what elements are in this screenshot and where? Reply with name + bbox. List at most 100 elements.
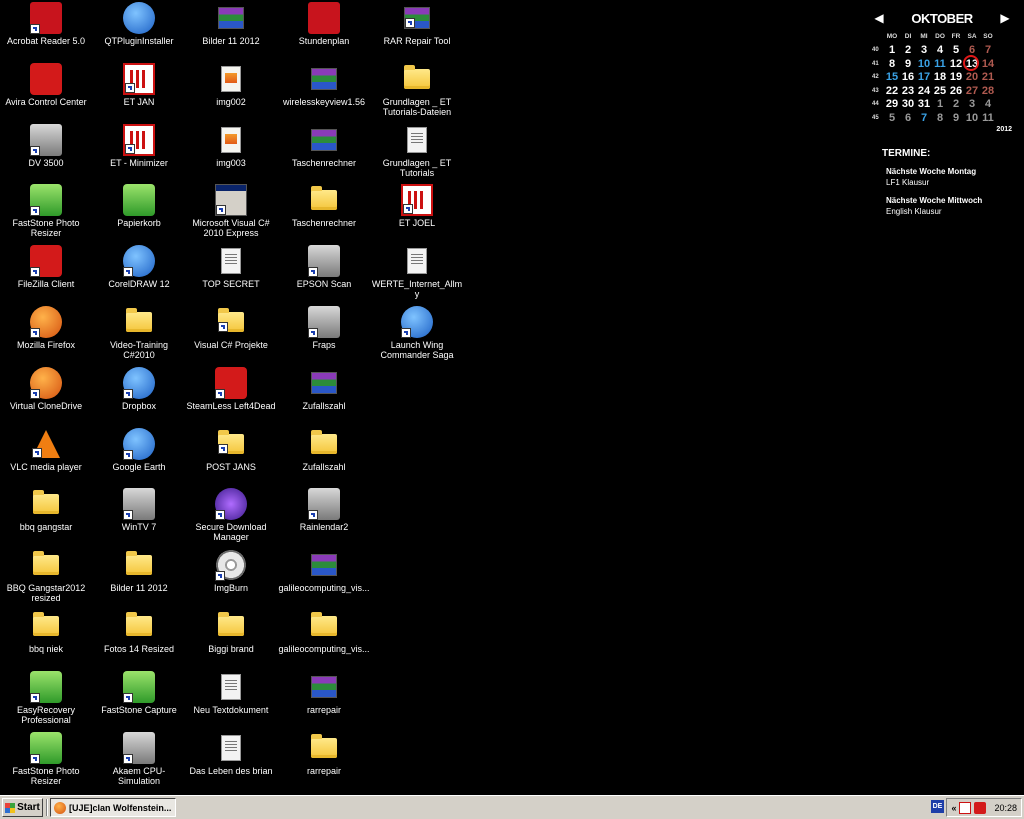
desktop-icon[interactable]: Bilder 11 2012 (185, 2, 277, 60)
clock[interactable]: 20:28 (994, 803, 1017, 813)
desktop-icon[interactable]: ET - Minimizer (93, 123, 185, 182)
calendar-day[interactable]: 15 (884, 71, 900, 83)
desktop-icon[interactable]: DV 3500 (0, 123, 92, 182)
calendar-day[interactable]: 23 (900, 85, 916, 97)
calendar-day[interactable]: 17 (916, 71, 932, 83)
desktop-icon[interactable]: galileocomputing_vis... (278, 549, 370, 607)
calendar-day[interactable]: 18 (932, 71, 948, 83)
calendar-day[interactable]: 8 (932, 112, 948, 124)
desktop-icon[interactable]: Grundlagen _ ET Tutorials-Dateien (371, 63, 463, 121)
show-hidden-icons-button[interactable]: « (949, 803, 959, 813)
previous-month-icon[interactable]: ◀ (872, 11, 886, 25)
desktop-icon[interactable]: Mozilla Firefox (0, 306, 92, 364)
calendar-day[interactable]: 7 (980, 44, 996, 56)
calendar-day[interactable]: 31 (916, 98, 932, 110)
desktop-icon[interactable]: Biggi brand (185, 610, 277, 668)
calendar-day[interactable]: 2 (900, 44, 916, 56)
desktop-icon[interactable]: Microsoft Visual C# 2010 Express (185, 184, 277, 242)
acrobat-tray-icon[interactable] (959, 801, 971, 814)
desktop-icon[interactable]: Taschenrechner (278, 124, 370, 182)
desktop-icon[interactable]: Virtual CloneDrive (0, 366, 92, 425)
desktop-icon[interactable]: Taschenrechner (278, 184, 370, 242)
desktop-icon[interactable]: Stundenplan (278, 2, 370, 60)
avira-tray-icon[interactable] (974, 801, 986, 814)
calendar-day[interactable]: 4 (980, 98, 996, 110)
calendar-day[interactable]: 5 (948, 44, 964, 56)
desktop-icon[interactable]: Secure Download Manager (185, 488, 277, 546)
calendar-day-today[interactable]: 13 (963, 54, 980, 71)
calendar-day[interactable]: 26 (948, 85, 964, 97)
language-indicator[interactable]: DE (931, 800, 944, 813)
desktop-icon[interactable]: ImgBurn (185, 549, 277, 607)
desktop-icon[interactable]: Fraps (278, 306, 370, 364)
calendar-day[interactable]: 3 (916, 44, 932, 56)
desktop-icon[interactable]: SteamLess Left4Dead (185, 366, 277, 425)
event-item[interactable]: Nächste Woche Mittwoch English Klausur (882, 195, 1017, 217)
desktop-icon[interactable]: bbq gangstar (0, 488, 92, 546)
next-month-icon[interactable]: ▶ (998, 11, 1012, 25)
desktop-icon[interactable]: TOP SECRET (185, 245, 277, 303)
calendar-day[interactable]: 24 (916, 85, 932, 97)
desktop-icon[interactable]: Dropbox (93, 366, 185, 425)
desktop-icon[interactable]: RAR Repair Tool (371, 2, 463, 60)
desktop-icon[interactable]: EPSON Scan (278, 245, 370, 303)
desktop-icon[interactable]: FastStone Photo Resizer (0, 731, 92, 790)
calendar-day[interactable]: 25 (932, 85, 948, 97)
desktop-icon[interactable]: Google Earth (93, 427, 185, 486)
desktop-icon[interactable]: CorelDRAW 12 (93, 245, 185, 303)
desktop-icon[interactable]: Bilder 11 2012 (93, 549, 185, 607)
calendar-day[interactable]: 20 (964, 71, 980, 83)
desktop-icon[interactable]: Zufallszahl (278, 428, 370, 486)
calendar-day[interactable]: 27 (964, 85, 980, 97)
desktop-icon[interactable]: Fotos 14 Resized (93, 610, 185, 668)
desktop[interactable]: Acrobat Reader 5.0 Avira Control Center DV… (0, 0, 1024, 795)
calendar-day[interactable]: 2 (948, 98, 964, 110)
calendar-day[interactable]: 11 (932, 58, 948, 70)
desktop-icon[interactable]: img003 (185, 124, 277, 182)
calendar-day[interactable]: 3 (964, 98, 980, 110)
desktop-icon[interactable]: FastStone Capture (93, 670, 185, 729)
desktop-icon[interactable]: Akaem CPU-Simulation (93, 731, 185, 790)
calendar-day[interactable]: 16 (900, 71, 916, 83)
calendar-day[interactable]: 22 (884, 85, 900, 97)
calendar-day[interactable]: 30 (900, 98, 916, 110)
desktop-icon[interactable]: Neu Textdokument (185, 671, 277, 729)
desktop-icon[interactable]: Das Leben des brian (185, 732, 277, 790)
calendar-day[interactable]: 19 (948, 71, 964, 83)
desktop-icon[interactable]: Acrobat Reader 5.0 (0, 2, 92, 60)
desktop-icon[interactable]: Grundlagen _ ET Tutorials (371, 124, 463, 182)
calendar-day[interactable]: 12 (948, 58, 964, 70)
event-item[interactable]: Nächste Woche Montag LF1 Klausur (882, 166, 1017, 188)
desktop-icon[interactable]: Zufallszahl (278, 367, 370, 425)
desktop-icon[interactable]: WERTE_Internet_Allmy (371, 245, 463, 303)
start-button[interactable]: Start (2, 798, 43, 817)
calendar-day[interactable]: 9 (900, 58, 916, 70)
desktop-icon[interactable]: FileZilla Client (0, 245, 92, 303)
desktop-icon[interactable]: WinTV 7 (93, 488, 185, 546)
calendar-day[interactable]: 10 (964, 112, 980, 124)
desktop-icon[interactable]: ET JOEL (371, 184, 463, 242)
desktop-icon[interactable]: Launch Wing Commander Saga (371, 306, 463, 364)
taskbar-button-firefox[interactable]: [UJE]clan Wolfenstein... (50, 798, 176, 817)
desktop-icon[interactable]: BBQ Gangstar2012 resized (0, 549, 92, 607)
desktop-icon[interactable]: FastStone Photo Resizer (0, 184, 92, 242)
desktop-icon[interactable]: Avira Control Center (0, 62, 92, 121)
desktop-icon[interactable]: VLC media player (0, 428, 92, 486)
calendar-day[interactable]: 4 (932, 44, 948, 56)
calendar-day[interactable]: 1 (884, 44, 900, 56)
desktop-icon[interactable]: Video-Training C#2010 (93, 306, 185, 364)
calendar-day[interactable]: 21 (980, 71, 996, 83)
desktop-icon[interactable]: ET JAN (93, 62, 185, 121)
desktop-icon[interactable]: wirelesskeyview1.56 (278, 63, 370, 121)
calendar-day[interactable]: 10 (916, 58, 932, 70)
desktop-icon[interactable]: rarrepair (278, 671, 370, 729)
desktop-icon[interactable]: bbq niek (0, 610, 92, 668)
calendar-day[interactable]: 28 (980, 85, 996, 97)
desktop-icon[interactable]: Visual C# Projekte (185, 306, 277, 364)
desktop-icon[interactable]: img002 (185, 63, 277, 121)
desktop-icon[interactable]: Papierkorb (93, 184, 185, 242)
calendar-day[interactable]: 1 (932, 98, 948, 110)
calendar-day[interactable]: 11 (980, 112, 996, 124)
calendar-day[interactable]: 6 (900, 112, 916, 124)
desktop-icon[interactable]: galileocomputing_vis... (278, 610, 370, 668)
